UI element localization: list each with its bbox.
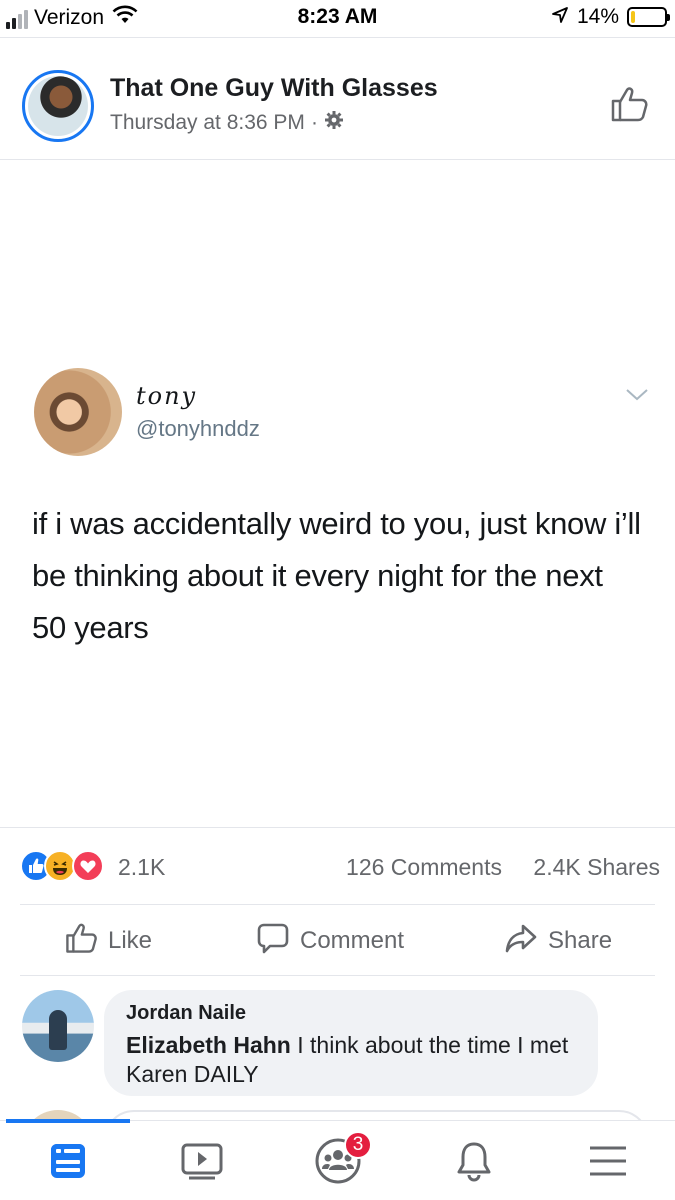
reaction-icons[interactable] [20,850,110,886]
tweet-avatar [34,368,122,456]
post-header: That One Guy With Glasses Thursday at 8:… [0,48,675,160]
bottom-tab-bar: 3 [0,1119,675,1200]
post-actions: Like Comment Share [20,904,655,976]
battery-percentage: 14% [576,5,619,28]
location-arrow-icon [551,6,569,29]
reactions-summary: 2.1K 126 Comments 2.4K Shares [20,848,660,888]
comment-author[interactable]: Jordan Naile [126,1002,576,1025]
comment-bubble-icon [256,921,290,962]
thumbs-up-icon [611,87,648,122]
privacy-gear-icon [324,110,344,136]
chevron-down-icon [625,388,649,407]
battery-icon [627,7,670,27]
status-bar: Verizon 8:23 AM 14% [0,0,675,38]
thumbs-up-icon [64,921,98,962]
comment-text: Elizabeth Hahn I think about the time I … [126,1031,576,1089]
reaction-count[interactable]: 2.1K [118,854,165,881]
page-name[interactable]: That One Guy With Glasses [110,74,438,103]
page-avatar[interactable] [22,70,94,142]
like-page-button[interactable] [609,84,649,129]
tweet-display-name: tony [136,382,198,410]
comment-mention[interactable]: Elizabeth Hahn [126,1032,291,1058]
comment-button[interactable]: Comment [256,905,404,977]
tweet-handle: @tonyhnddz [136,416,260,441]
hamburger-menu-icon [590,1146,626,1176]
meta-separator: · [310,111,318,134]
comment-author-avatar[interactable] [22,990,94,1062]
tab-groups[interactable]: 3 [310,1131,372,1187]
share-arrow-icon [504,921,538,962]
bell-icon [457,1142,491,1182]
love-reaction-icon [72,850,104,882]
post-timestamp[interactable]: Thursday at 8:36 PM [110,111,305,135]
post-meta: Thursday at 8:36 PM · [110,110,344,136]
comment-label: Comment [300,927,405,954]
comments-count-link[interactable]: 126 Comments [346,854,502,881]
tab-notifications[interactable] [446,1135,502,1187]
share-button[interactable]: Share [504,905,612,977]
groups-notification-badge: 3 [344,1131,372,1159]
like-button[interactable]: Like [64,905,152,977]
shares-count-link[interactable]: 2.4K Shares [533,854,660,881]
comment-bubble[interactable]: Jordan Naile Elizabeth Hahn I think abou… [104,990,598,1096]
tab-menu[interactable] [580,1135,636,1187]
tweet-text: if i was accidentally weird to you, just… [32,506,641,645]
share-label: Share [548,927,613,954]
watch-video-icon [181,1143,223,1180]
tweet-screenshot[interactable]: tony @tonyhnddz if i was accidentally we… [0,160,675,828]
news-feed-icon [51,1144,85,1178]
tab-watch[interactable] [174,1135,230,1187]
status-right: 14% [551,5,670,29]
active-tab-indicator [6,1119,130,1123]
like-label: Like [108,927,153,954]
tab-news-feed[interactable] [40,1135,96,1187]
